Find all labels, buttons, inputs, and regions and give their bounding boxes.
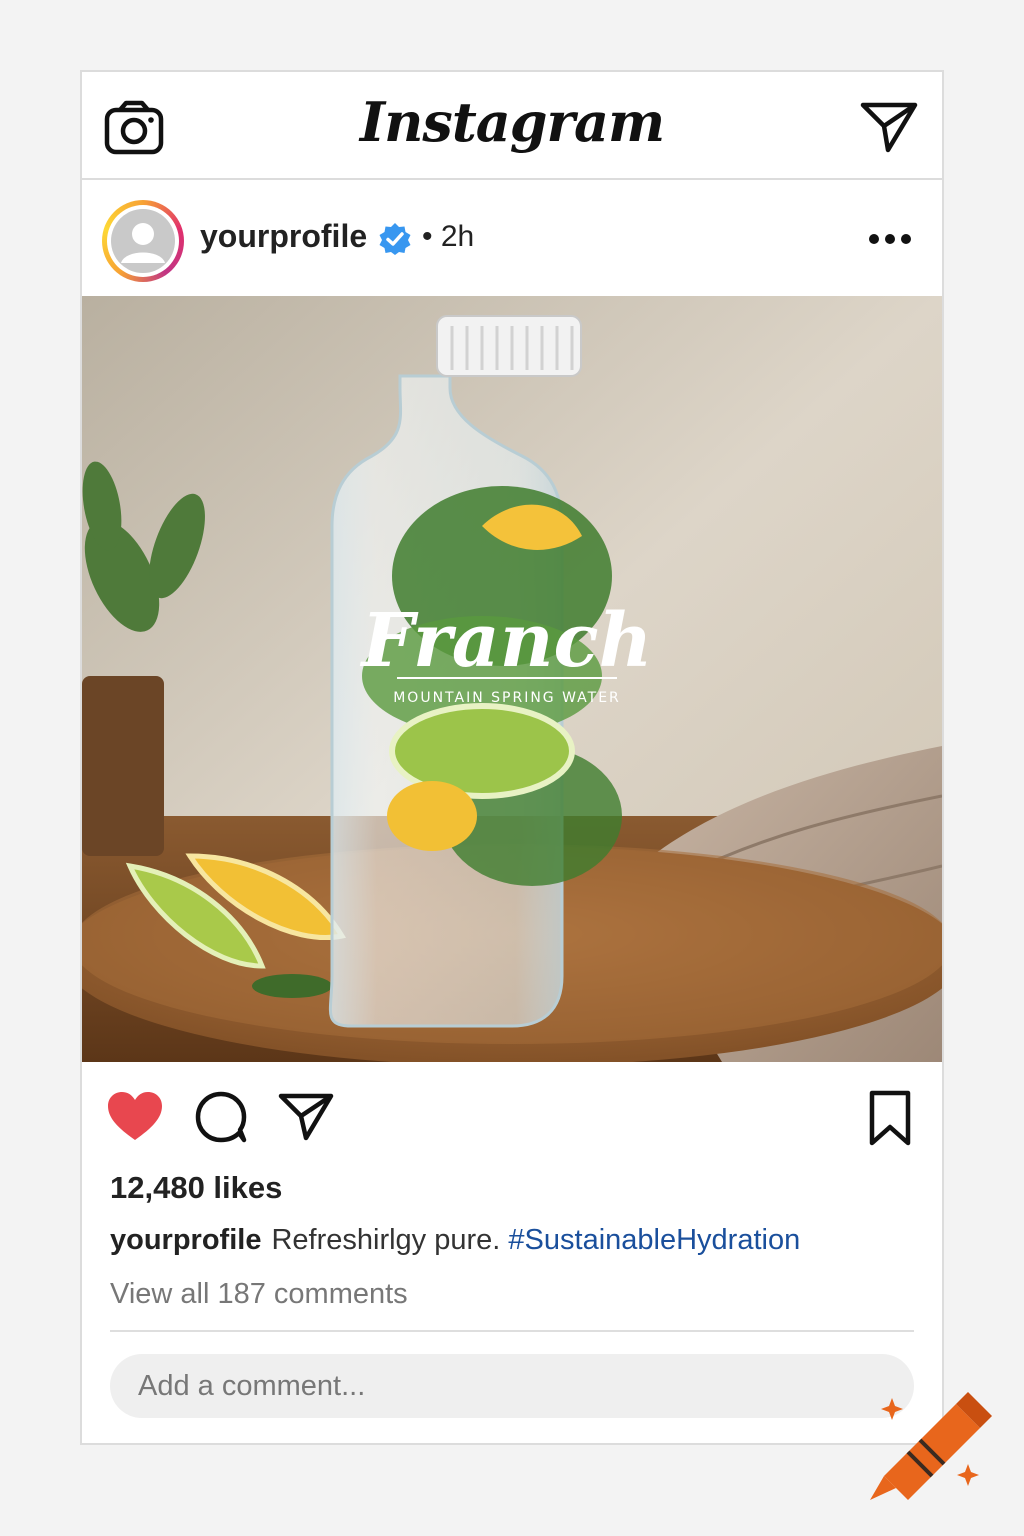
post-actions (82, 1082, 942, 1152)
water-bottle-photo: Franch MOUNTAIN SPRING WATER (82, 296, 942, 1062)
post-author-row: yourprofile • 2h (82, 182, 942, 296)
verified-badge-icon (379, 223, 411, 255)
paper-plane-icon[interactable] (860, 100, 918, 154)
app-logo-wordmark: Instagram (359, 90, 665, 154)
caption-hashtag[interactable]: #SustainableHydration (508, 1224, 800, 1256)
view-all-comments-link[interactable]: View all 187 comments (110, 1278, 408, 1311)
post-caption: yourprofile Refreshirlgy pure. #Sustainab… (110, 1224, 800, 1257)
post-photo[interactable]: Franch MOUNTAIN SPRING WATER (82, 296, 942, 1062)
more-dots-icon[interactable] (868, 232, 912, 246)
comment-input[interactable] (110, 1354, 914, 1418)
bottle-tagline-text: MOUNTAIN SPRING WATER (393, 690, 621, 706)
caption-text: Refreshirlgy pure. (271, 1224, 501, 1256)
likes-count[interactable]: 12,480 likes (110, 1170, 282, 1206)
heart-icon[interactable] (106, 1090, 164, 1142)
divider (110, 1330, 914, 1332)
default-user-icon (111, 209, 175, 273)
app-header: Instagram (82, 72, 942, 180)
share-plane-icon[interactable] (278, 1092, 334, 1142)
comment-bubble-icon[interactable] (194, 1090, 248, 1144)
instagram-post-card: Instagram yourprofile • 2h Franch MOUNTA… (80, 70, 944, 1445)
bottle-brand-text: Franch (360, 598, 653, 684)
caption-username[interactable]: yourprofile (110, 1224, 261, 1256)
bookmark-icon[interactable] (868, 1090, 912, 1146)
post-username[interactable]: yourprofile (200, 218, 367, 255)
post-timestamp: • 2h (422, 220, 475, 253)
crayon-logo-icon (870, 1392, 992, 1500)
comment-box (110, 1354, 914, 1418)
avatar[interactable] (102, 200, 184, 282)
